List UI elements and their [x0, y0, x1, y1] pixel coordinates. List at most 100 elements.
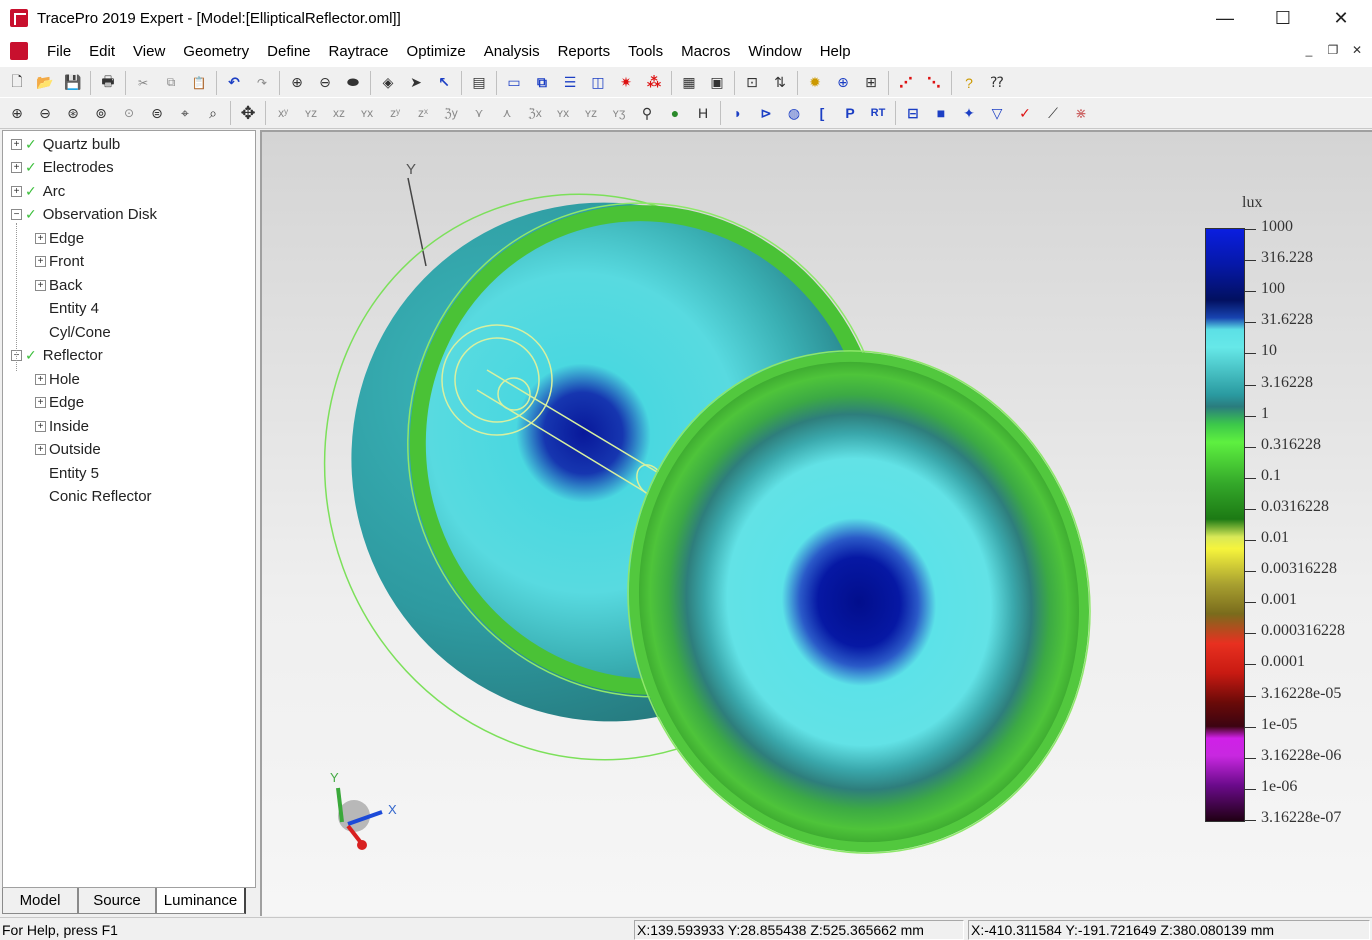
redo-icon[interactable]: ↷ — [248, 70, 276, 96]
tree-item[interactable]: − ✓ Reflector — [11, 345, 103, 367]
new-file-icon[interactable]: 🗋 — [3, 70, 31, 96]
collapse-icon[interactable]: − — [11, 209, 22, 220]
expand-icon[interactable]: + — [11, 162, 22, 173]
mdi-close-button[interactable]: ✕ — [1346, 40, 1368, 60]
cascade-icon[interactable]: ⧉ — [528, 70, 556, 96]
tree-item[interactable]: + Inside — [35, 415, 89, 437]
expand-icon[interactable]: + — [35, 420, 46, 432]
pan-icon[interactable]: ✥ — [234, 100, 262, 126]
cut-icon[interactable]: ✂ — [129, 70, 157, 96]
print-icon[interactable]: 🖶 — [94, 70, 122, 96]
expand-icon[interactable]: + — [35, 444, 46, 455]
menu-optimize[interactable]: Optimize — [398, 43, 475, 60]
hidden-line-icon[interactable]: H — [689, 100, 717, 126]
tab-luminance[interactable]: Luminance — [156, 888, 246, 914]
irradiance-map-icon[interactable]: ▣ — [703, 70, 731, 96]
source-icon[interactable]: ✷ — [612, 70, 640, 96]
paste-icon[interactable]: 📋 — [185, 70, 213, 96]
save-icon[interactable]: 💾 — [59, 70, 87, 96]
shaded-icon[interactable]: ⊟ — [899, 100, 927, 126]
luminance-icon[interactable]: ⊞ — [857, 70, 885, 96]
model-viewport[interactable]: Y Y X lux 1000 316.228 100 31.6228 10 3.… — [260, 130, 1372, 916]
raytrace-icon[interactable]: ⊡ — [738, 70, 766, 96]
view-yx-icon[interactable]: ʏx — [353, 100, 381, 126]
menu-help[interactable]: Help — [811, 43, 860, 60]
transform-icon[interactable]: ◈ — [374, 70, 402, 96]
tab-model[interactable]: Model — [2, 888, 78, 914]
subtract-icon[interactable]: ⊖ — [311, 70, 339, 96]
select-arrow-icon[interactable]: ➤ — [402, 70, 430, 96]
zoom-all-icon[interactable]: ⊚ — [87, 100, 115, 126]
tree-item[interactable]: + Edge — [35, 392, 84, 414]
zoom-reset-icon[interactable]: ⌕ — [199, 100, 227, 126]
solid-icon[interactable]: ■ — [927, 100, 955, 126]
menu-reports[interactable]: Reports — [549, 43, 620, 60]
light-icon[interactable]: ● — [661, 100, 689, 126]
view-xz-icon[interactable]: xz — [325, 100, 353, 126]
wireframe-icon[interactable]: ◍ — [780, 100, 808, 126]
ray-points-icon[interactable]: ✦ — [955, 100, 983, 126]
zoom-extents-icon[interactable]: ⌖ — [171, 100, 199, 126]
perspective-icon[interactable]: P — [836, 100, 864, 126]
mdi-restore-button[interactable]: ❐ — [1322, 40, 1344, 60]
funnel-icon[interactable]: ▽ — [983, 100, 1011, 126]
menu-view[interactable]: View — [124, 43, 174, 60]
zoom-out-icon[interactable]: ⊖ — [31, 100, 59, 126]
select-surface-icon[interactable]: ↖ — [430, 70, 458, 96]
expand-icon[interactable]: + — [35, 373, 46, 385]
open-folder-icon[interactable]: 📂 — [31, 70, 59, 96]
properties-icon[interactable]: ▤ — [465, 70, 493, 96]
expand-icon[interactable]: + — [35, 279, 46, 291]
intersect-icon[interactable]: ⬬ — [339, 70, 367, 96]
iso-view-4-icon[interactable]: ʏx — [549, 100, 577, 126]
menu-macros[interactable]: Macros — [672, 43, 739, 60]
zoom-in-icon[interactable]: ⊕ — [3, 100, 31, 126]
iso-view-3-icon[interactable]: ℨx — [521, 100, 549, 126]
ray-display-icon[interactable]: ⋇ — [1067, 100, 1095, 126]
menu-geometry[interactable]: Geometry — [174, 43, 258, 60]
menu-define[interactable]: Define — [258, 43, 319, 60]
view-zy2-icon[interactable]: ℨy — [437, 100, 465, 126]
minimize-button[interactable]: — — [1196, 0, 1254, 36]
expand-icon[interactable]: + — [35, 397, 46, 408]
tree-item[interactable]: Entity 4 — [35, 298, 99, 320]
help-question-icon[interactable]: ? — [955, 70, 983, 96]
tree-item[interactable]: + ✓ Quartz bulb — [11, 133, 120, 155]
rotate-view-icon[interactable]: ⚲ — [633, 100, 661, 126]
tree-item[interactable]: − ✓ Observation Disk — [11, 204, 157, 226]
candela-icon[interactable]: ✹ — [801, 70, 829, 96]
checkmark-icon[interactable]: ✓ — [1011, 100, 1039, 126]
expand-icon[interactable]: + — [11, 185, 22, 197]
expand-icon[interactable]: + — [11, 138, 22, 150]
zoom-window-icon[interactable]: ⊛ — [59, 100, 87, 126]
iso-view-5-icon[interactable]: ʏz — [577, 100, 605, 126]
view-zy-icon[interactable]: zʸ — [381, 100, 409, 126]
tree-item[interactable]: + Outside — [35, 439, 101, 461]
tree-item[interactable]: + Back — [35, 274, 82, 296]
menu-window[interactable]: Window — [739, 43, 810, 60]
iso-view-6-icon[interactable]: ʏʒ — [605, 100, 633, 126]
tree-item[interactable]: + Front — [35, 251, 84, 273]
table-icon[interactable]: ▦ — [675, 70, 703, 96]
menu-tools[interactable]: Tools — [619, 43, 672, 60]
tree-item[interactable]: + ✓ Arc — [11, 180, 65, 202]
union-icon[interactable]: ⊕ — [283, 70, 311, 96]
close-button[interactable]: ✕ — [1312, 0, 1370, 36]
globe-icon[interactable]: ⊕ — [829, 70, 857, 96]
silhouette-icon[interactable]: ◗ — [724, 100, 752, 126]
iso-view-1-icon[interactable]: ⋎ — [465, 100, 493, 126]
sort-rays-icon[interactable]: ⇅ — [766, 70, 794, 96]
tree-item[interactable]: + Edge — [35, 227, 84, 249]
copy-icon[interactable]: ⧉ — [157, 70, 185, 96]
menu-analysis[interactable]: Analysis — [475, 43, 549, 60]
tree-item[interactable]: + Hole — [35, 368, 80, 390]
section-icon[interactable]: ⊳ — [752, 100, 780, 126]
undo-icon[interactable]: ↶ — [220, 70, 248, 96]
tree-item[interactable]: Cyl/Cone — [35, 321, 111, 343]
grid-source-icon[interactable]: ⁂ — [640, 70, 668, 96]
bracket-icon[interactable]: [ — [808, 100, 836, 126]
menu-file[interactable]: File — [38, 43, 80, 60]
zoom-selection-icon[interactable]: ⊙ — [115, 100, 143, 126]
maximize-button[interactable]: ☐ — [1254, 0, 1312, 36]
tree-item[interactable]: Entity 5 — [35, 462, 99, 484]
